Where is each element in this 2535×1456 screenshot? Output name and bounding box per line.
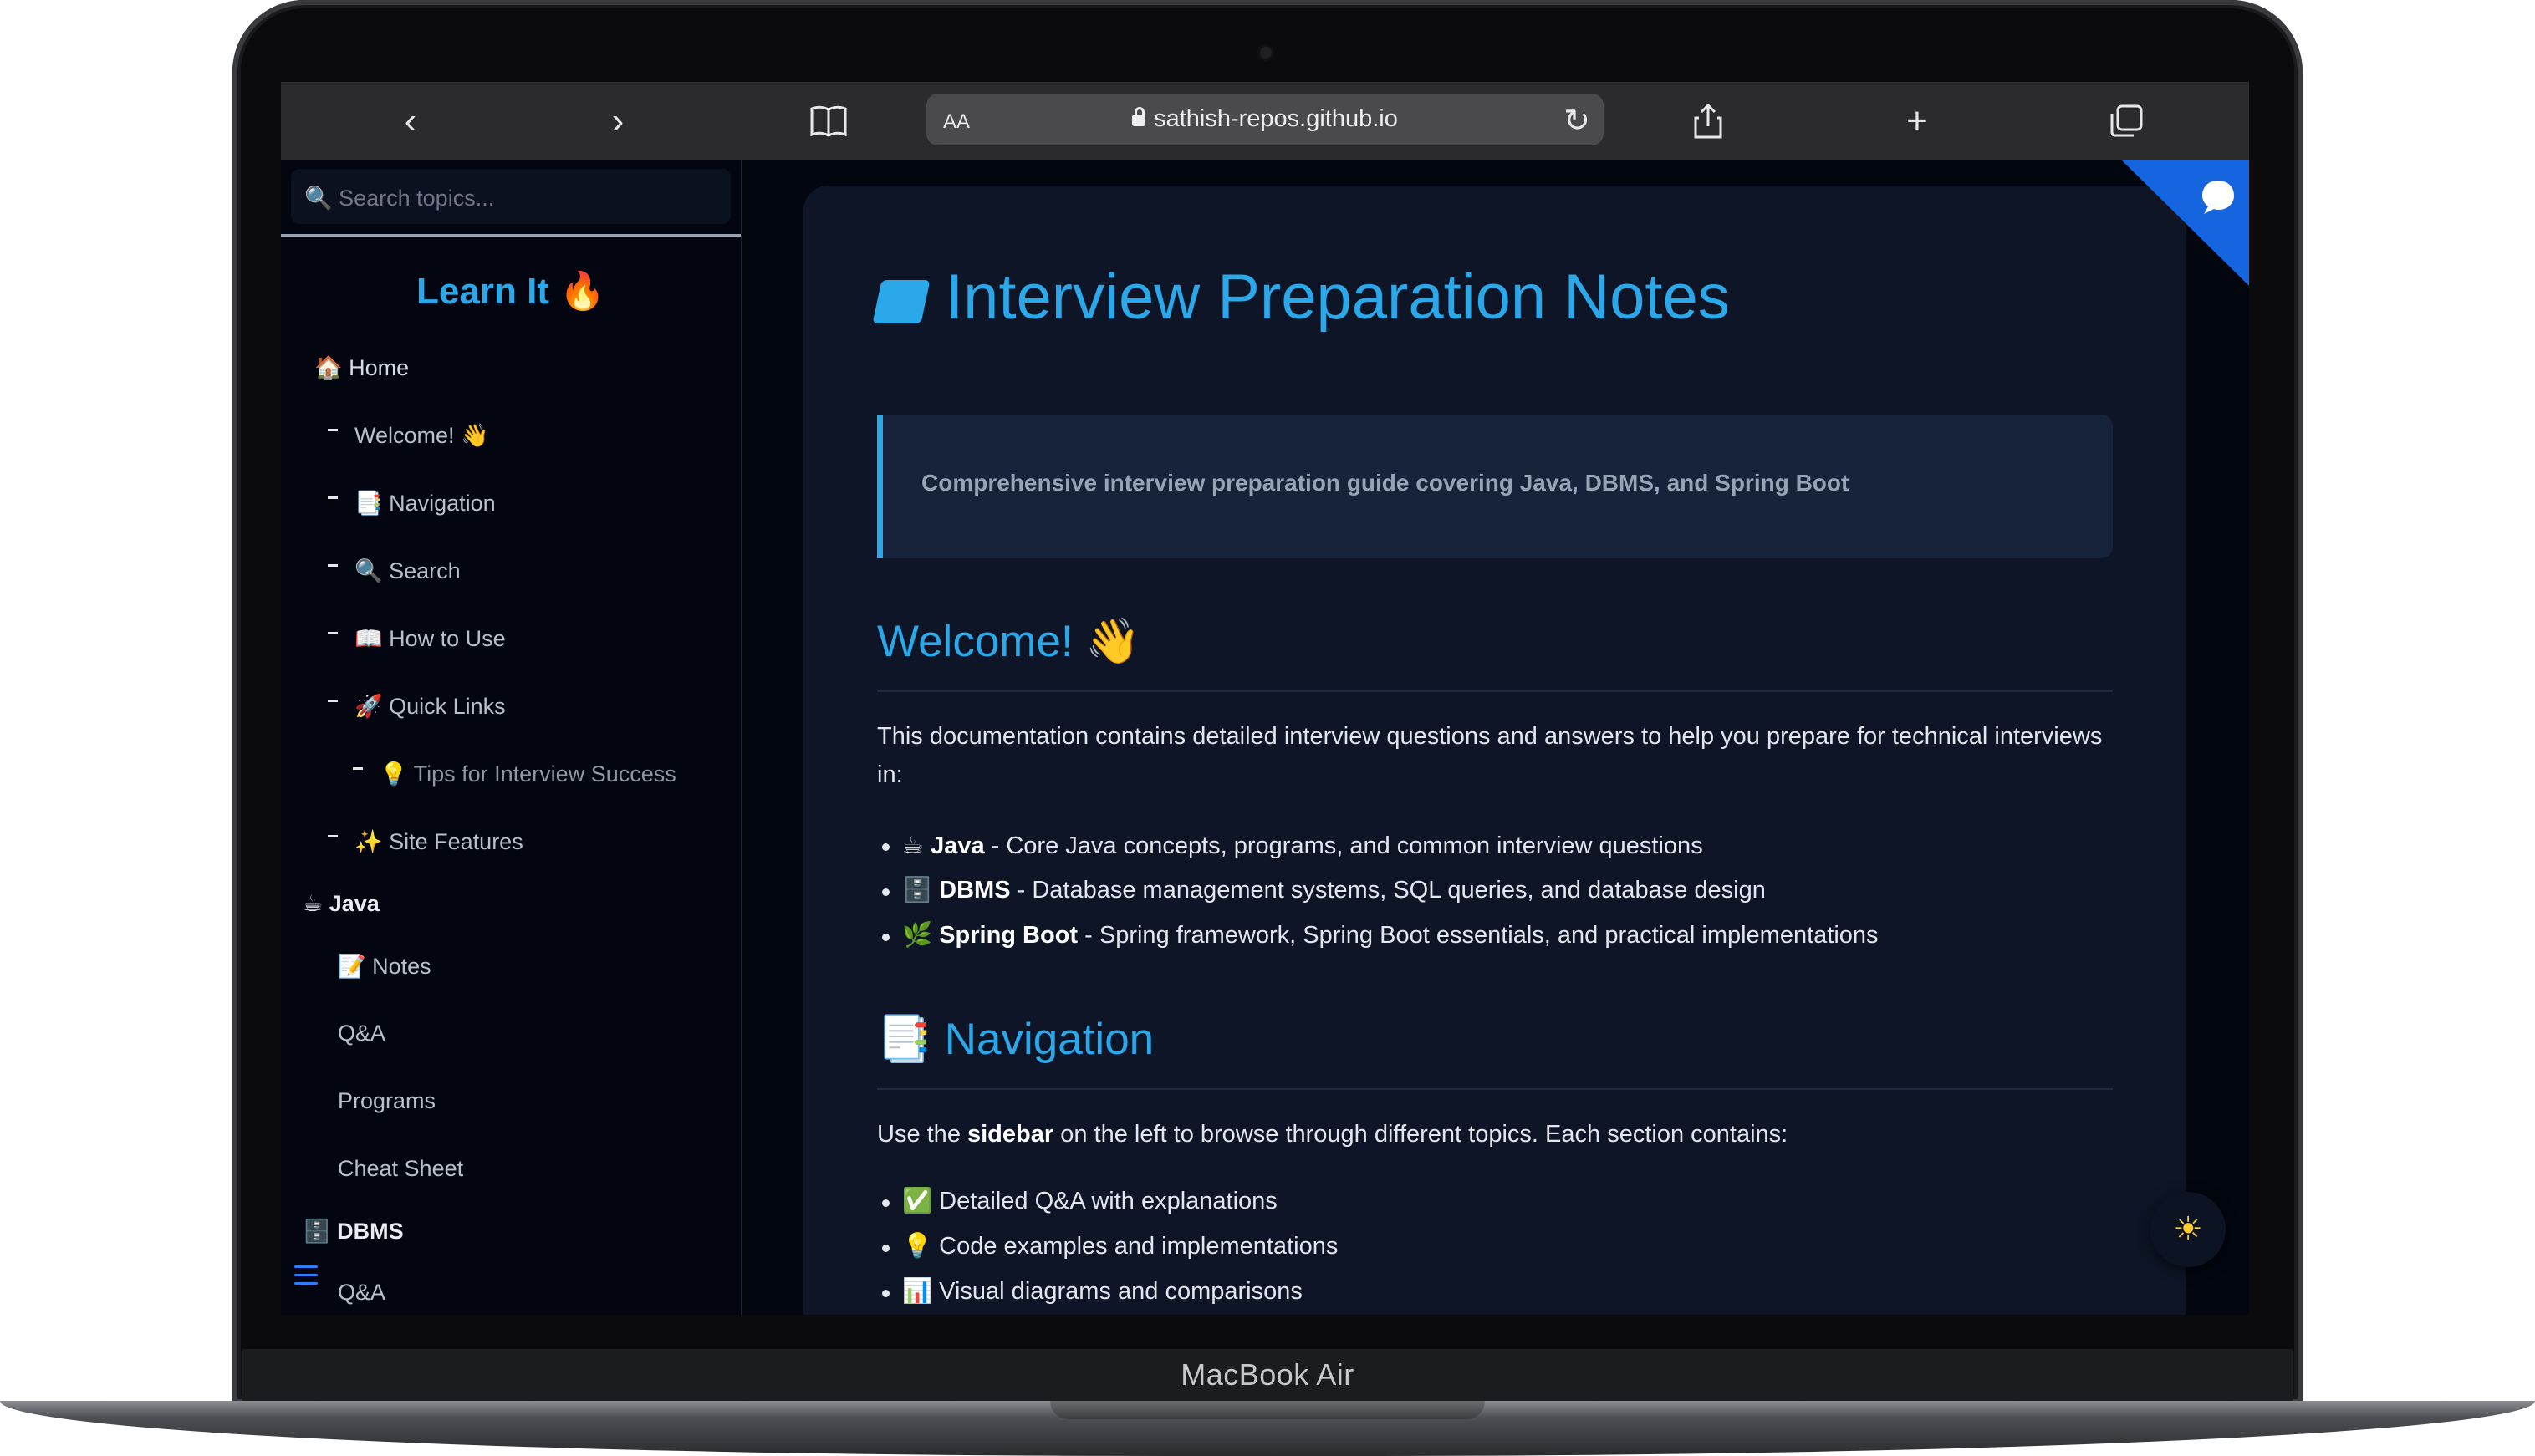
sidebar-item-dbms-qa[interactable]: Q&A xyxy=(338,1280,385,1306)
page-title: Interview Preparation Notes xyxy=(872,261,1730,333)
sidebar-item-welcome[interactable]: Welcome! 👋 xyxy=(328,422,489,449)
sidebar-item-java-cheat-sheet[interactable]: Cheat Sheet xyxy=(338,1156,463,1182)
theme-toggle-button[interactable]: ☀ xyxy=(2150,1192,2226,1267)
laptop-notch xyxy=(1050,1401,1485,1419)
navigation-heading: 📑 Navigation xyxy=(877,1015,1155,1064)
screen: ‹ › AA sathish-repos.github.io ↻ + 🔍 Sea… xyxy=(281,82,2249,1315)
sidebar-item-home[interactable]: 🏠 Home xyxy=(314,354,409,381)
sidebar-item-search[interactable]: 🔍 Search xyxy=(328,557,461,584)
sidebar-item-java-notes[interactable]: 📝 Notes xyxy=(338,953,431,980)
divider xyxy=(877,1088,2113,1090)
browser-toolbar: ‹ › AA sathish-repos.github.io ↻ + xyxy=(281,82,2249,160)
camera xyxy=(1260,47,1272,59)
graduation-cap-icon xyxy=(872,280,931,323)
brand-title[interactable]: Learn It 🔥 xyxy=(281,269,741,313)
welcome-heading: Welcome! 👋 xyxy=(877,617,1141,666)
description-callout: Comprehensive interview preparation guid… xyxy=(877,415,2113,558)
sidebar-section-java[interactable]: ☕ Java xyxy=(303,891,380,917)
github-icon xyxy=(2196,176,2241,230)
divider xyxy=(281,234,741,237)
welcome-paragraph: This documentation contains detailed int… xyxy=(877,723,2103,788)
sidebar-item-tips[interactable]: 💡 Tips for Interview Success xyxy=(353,761,676,787)
main-content: Interview Preparation Notes Comprehensiv… xyxy=(803,186,2186,1315)
reload-icon[interactable]: ↻ xyxy=(1563,102,1590,140)
menu-icon[interactable] xyxy=(294,1265,318,1291)
sidebar-item-navigation[interactable]: 📑 Navigation xyxy=(328,490,496,517)
back-icon[interactable]: ‹ xyxy=(390,100,431,142)
list-item: ☕ Java - Core Java concepts, programs, a… xyxy=(882,832,1703,859)
list-item: 📊 Visual diagrams and comparisons xyxy=(882,1278,1303,1305)
navigation-paragraph: Use the sidebar on the left to browse th… xyxy=(877,1121,1788,1148)
list-item: 🗄️ DBMS - Database management systems, S… xyxy=(882,877,1766,904)
sidebar-item-java-qa[interactable]: Q&A xyxy=(338,1021,385,1046)
forward-icon[interactable]: › xyxy=(597,100,639,142)
sidebar-item-java-programs[interactable]: Programs xyxy=(338,1088,436,1114)
sidebar-item-quick-links[interactable]: 🚀 Quick Links xyxy=(328,693,506,720)
share-icon[interactable] xyxy=(1687,100,1729,142)
address-bar[interactable]: AA sathish-repos.github.io ↻ xyxy=(926,94,1604,145)
sidebar-item-site-features[interactable]: ✨ Site Features xyxy=(328,828,523,855)
tabs-overview-icon[interactable] xyxy=(2105,100,2147,142)
sidebar-item-how-to-use[interactable]: 📖 How to Use xyxy=(328,625,506,652)
bookmarks-icon[interactable] xyxy=(803,100,854,142)
model-label: MacBook Air xyxy=(1181,1357,1354,1392)
sidebar-section-dbms[interactable]: 🗄️ DBMS xyxy=(303,1218,404,1245)
lock-icon xyxy=(1132,107,1146,126)
search-input[interactable]: 🔍 Search topics... xyxy=(291,169,731,224)
web-page: 🔍 Search topics... Learn It 🔥 🏠 Home Wel… xyxy=(281,160,2249,1315)
list-item: ✅ Detailed Q&A with explanations xyxy=(882,1188,1278,1214)
divider xyxy=(877,690,2113,692)
list-item: 🌿 Spring Boot - Spring framework, Spring… xyxy=(882,922,1879,949)
sidebar: 🔍 Search topics... Learn It 🔥 🏠 Home Wel… xyxy=(281,160,742,1315)
sun-icon: ☀ xyxy=(2173,1211,2203,1248)
new-tab-icon[interactable]: + xyxy=(1896,100,1938,142)
url-text: sathish-repos.github.io xyxy=(1154,105,1398,132)
list-item: 💡 Code examples and implementations xyxy=(881,1233,1339,1260)
